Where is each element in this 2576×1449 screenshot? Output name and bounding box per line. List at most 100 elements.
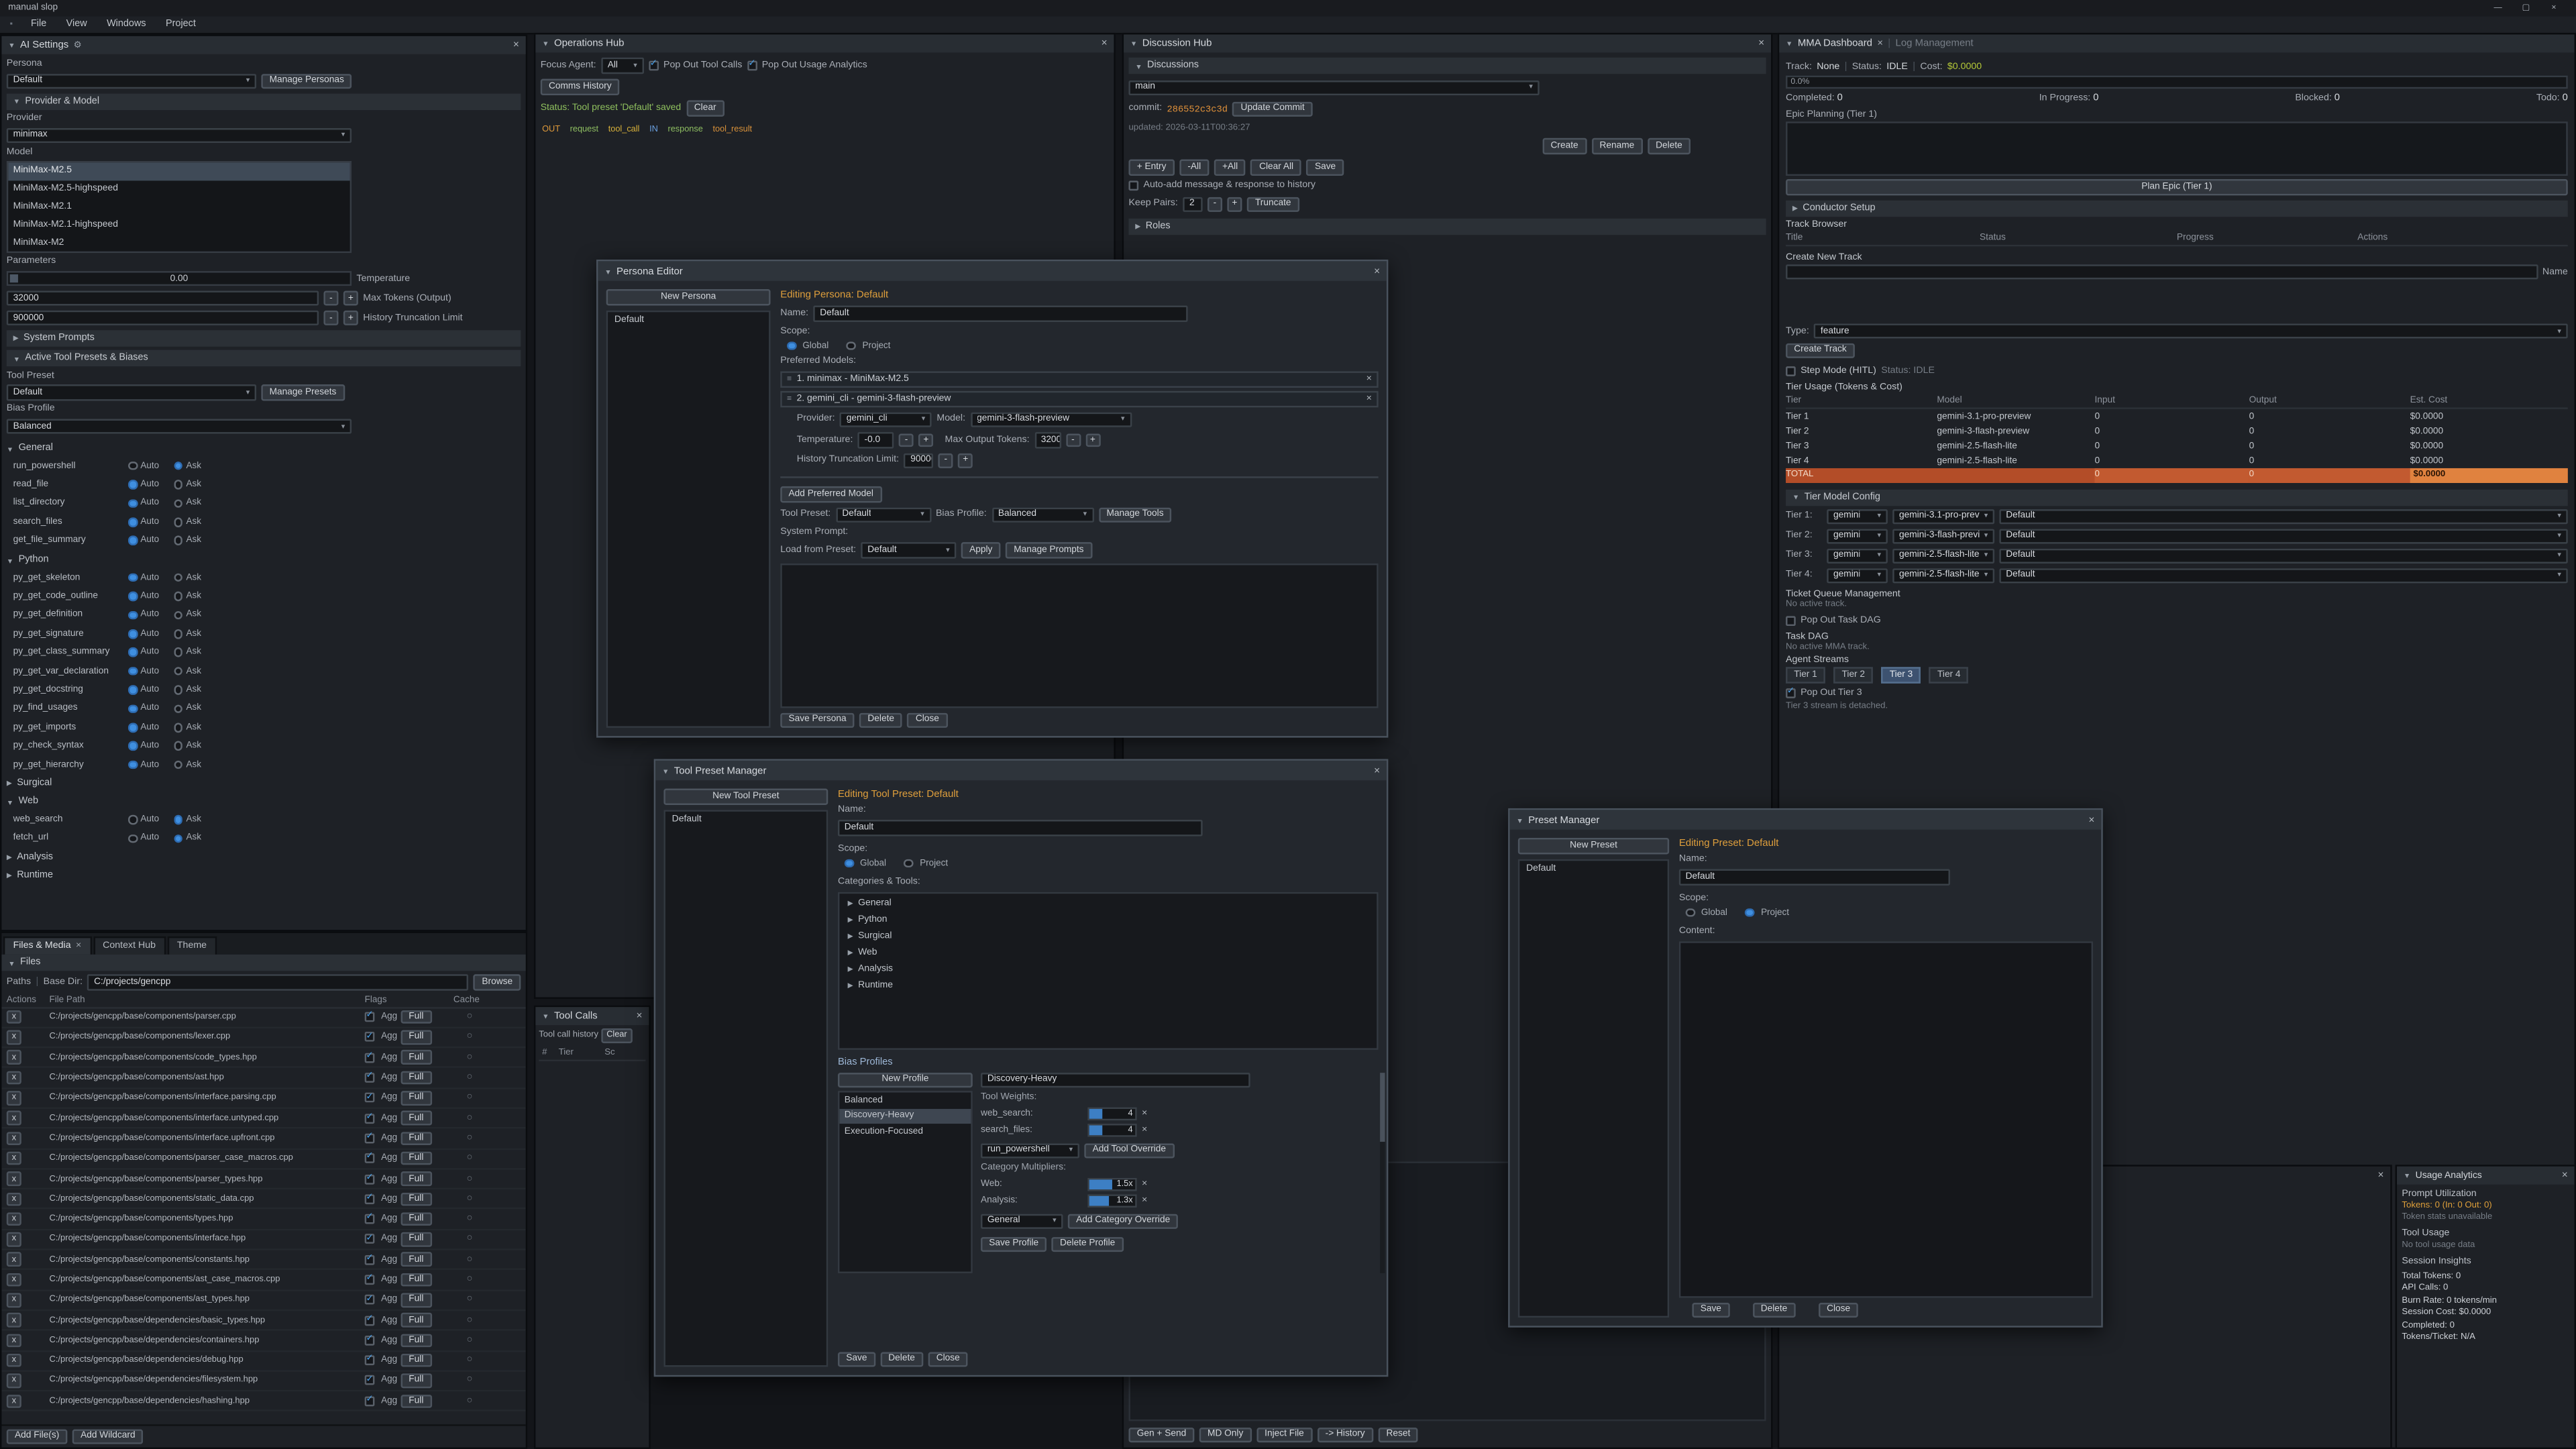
files-section[interactable]: ▼ Files: [1, 955, 525, 971]
auto-radio[interactable]: [128, 518, 137, 527]
auto-radio[interactable]: [128, 629, 137, 638]
ask-radio[interactable]: [174, 462, 182, 470]
collapse-icon[interactable]: ▼: [662, 766, 669, 774]
popout-tier3-checkbox[interactable]: [1786, 688, 1796, 698]
remove-file-button[interactable]: x: [7, 1293, 21, 1307]
model-option[interactable]: MiniMax-M2: [8, 233, 350, 251]
increment-button[interactable]: +: [343, 311, 358, 325]
remove-icon[interactable]: ×: [1142, 1109, 1147, 1119]
tool-group-header[interactable]: ▼Python: [7, 553, 521, 568]
system-prompt-input[interactable]: [780, 563, 1378, 708]
auto-radio[interactable]: [128, 573, 137, 582]
full-button[interactable]: Full: [400, 1252, 432, 1267]
agg-checkbox[interactable]: [365, 1234, 375, 1244]
full-button[interactable]: Full: [400, 1051, 432, 1065]
reorder-handle-icon[interactable]: ≡: [787, 374, 792, 384]
model-option[interactable]: MiniMax-M2.1-highspeed: [8, 216, 350, 233]
ask-radio[interactable]: [174, 592, 182, 600]
category-row[interactable]: ▶Runtime: [843, 978, 1373, 993]
save-button[interactable]: Save: [838, 1351, 875, 1366]
scope-option[interactable]: Project: [904, 859, 948, 869]
agg-checkbox[interactable]: [365, 1316, 375, 1326]
clear-tool-calls-button[interactable]: Clear: [602, 1028, 632, 1042]
clear-status-button[interactable]: Clear: [686, 100, 724, 115]
increment-button[interactable]: +: [1085, 433, 1100, 447]
remove-file-button[interactable]: x: [7, 1273, 21, 1287]
collapse-icon[interactable]: ▼: [542, 1012, 549, 1020]
auto-radio[interactable]: [128, 723, 137, 732]
prompt-preset-select[interactable]: Default: [1999, 508, 2567, 524]
prompt-preset-select[interactable]: Default: [1999, 548, 2567, 564]
ask-radio[interactable]: [174, 815, 182, 824]
agg-checkbox[interactable]: [365, 1356, 375, 1366]
collapse-icon[interactable]: ▼: [1786, 40, 1792, 48]
apply-button[interactable]: Apply: [961, 542, 1001, 557]
decrement-button[interactable]: -: [323, 311, 338, 325]
auto-radio[interactable]: [128, 667, 137, 676]
remove-file-button[interactable]: x: [7, 1334, 21, 1348]
auto-radio[interactable]: [128, 815, 137, 824]
categories-tree[interactable]: ▶General▶Python▶Surgical▶Web▶Analysis▶Ru…: [838, 892, 1379, 1049]
close-icon[interactable]: ×: [637, 1010, 643, 1022]
delete-profile-button[interactable]: Delete Profile: [1052, 1236, 1124, 1252]
scrollbar-thumb[interactable]: [1379, 1072, 1385, 1141]
ask-radio[interactable]: [174, 686, 182, 694]
ask-radio[interactable]: [174, 648, 182, 657]
agg-checkbox[interactable]: [365, 1113, 375, 1123]
entry-button[interactable]: -All: [1179, 160, 1209, 175]
manage-presets-button[interactable]: Manage Presets: [261, 385, 344, 400]
minimize-icon[interactable]: —: [2484, 0, 2512, 16]
agg-checkbox[interactable]: [365, 1053, 375, 1063]
add-tool-override-button[interactable]: Add Tool Override: [1084, 1142, 1174, 1158]
composer-button[interactable]: Inject File: [1256, 1427, 1312, 1442]
category-override-select[interactable]: General: [981, 1214, 1063, 1229]
scope-option[interactable]: Global: [787, 341, 828, 351]
full-button[interactable]: Full: [400, 1152, 432, 1166]
provider-select[interactable]: gemini: [1827, 508, 1888, 524]
ask-radio[interactable]: [174, 760, 182, 769]
auto-radio[interactable]: [128, 834, 137, 843]
roles-section[interactable]: ▶ Roles: [1128, 217, 1766, 233]
weight-slider[interactable]: 4: [1087, 1107, 1136, 1121]
popout-task-dag-checkbox[interactable]: [1786, 616, 1796, 626]
category-row[interactable]: ▶Surgical: [843, 929, 1373, 944]
prompt-preset-select[interactable]: Default: [1999, 528, 2567, 543]
close-icon[interactable]: ×: [1758, 38, 1764, 49]
auto-radio[interactable]: [128, 499, 137, 508]
remove-file-button[interactable]: x: [7, 1354, 21, 1368]
remove-icon[interactable]: ×: [1366, 374, 1372, 384]
persona-editor-titlebar[interactable]: ▼ Persona Editor ×: [598, 261, 1387, 280]
remove-file-button[interactable]: x: [7, 1212, 21, 1226]
save-persona-button[interactable]: Save Persona: [780, 712, 855, 728]
plan-epic-button[interactable]: Plan Epic (Tier 1): [1786, 178, 2568, 195]
remove-file-button[interactable]: x: [7, 1030, 21, 1044]
ask-radio[interactable]: [174, 723, 182, 732]
composer-button[interactable]: Gen + Send: [1128, 1427, 1194, 1442]
ask-radio[interactable]: [174, 537, 182, 545]
close-icon[interactable]: ×: [2562, 1170, 2568, 1181]
load-from-preset-select[interactable]: Default: [861, 542, 956, 557]
decrement-button[interactable]: -: [1065, 433, 1080, 447]
full-button[interactable]: Full: [400, 1132, 432, 1146]
full-button[interactable]: Full: [400, 1030, 432, 1044]
system-prompts-section[interactable]: ▶ System Prompts: [7, 330, 521, 346]
focus-agent-select[interactable]: All: [601, 58, 644, 73]
agg-checkbox[interactable]: [365, 1093, 375, 1103]
scope-option[interactable]: Project: [847, 341, 890, 351]
history-limit-input[interactable]: 900000: [904, 453, 933, 468]
tool-calls-header[interactable]: ▼ Tool Calls ×: [535, 1007, 649, 1025]
close-icon[interactable]: ×: [1374, 765, 1380, 776]
tier-model-config-section[interactable]: ▼ Tier Model Config: [1786, 489, 2568, 505]
remove-file-button[interactable]: x: [7, 1010, 21, 1024]
tool-preset-name-input[interactable]: Default: [838, 820, 1203, 835]
remove-file-button[interactable]: x: [7, 1192, 21, 1206]
ask-radio[interactable]: [174, 704, 182, 713]
stream-tab-tier-2[interactable]: Tier 2: [1833, 666, 1873, 682]
full-button[interactable]: Full: [400, 1212, 432, 1226]
slider-handle[interactable]: [10, 274, 18, 283]
reorder-handle-icon[interactable]: ≡: [787, 394, 792, 404]
weight-slider[interactable]: 4: [1087, 1123, 1136, 1137]
preset-list[interactable]: Default: [1518, 859, 1669, 1318]
decrement-button[interactable]: -: [1208, 197, 1222, 211]
provider-select[interactable]: gemini: [1827, 568, 1888, 583]
